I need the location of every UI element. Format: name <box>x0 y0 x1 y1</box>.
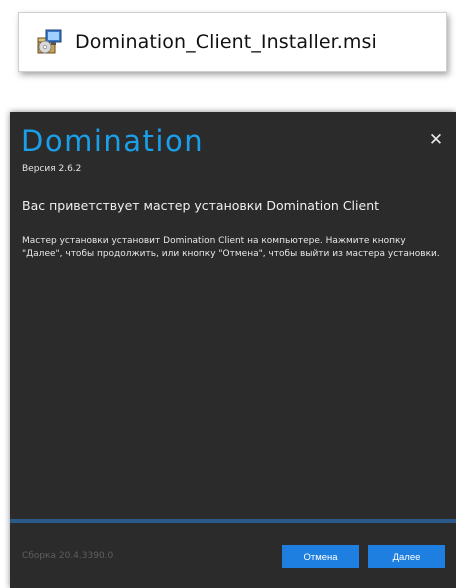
msi-file-item[interactable]: Domination_Client_Installer.msi <box>18 12 447 72</box>
msi-installer-icon <box>37 29 62 54</box>
welcome-title: Вас приветствует мастер установки Domina… <box>22 198 380 213</box>
file-name: Domination_Client_Installer.msi <box>75 31 377 53</box>
build-label: Сборка 20.4.3390.0 <box>22 551 114 561</box>
version-label: Версия 2.6.2 <box>22 164 82 174</box>
close-icon[interactable]: ✕ <box>426 130 446 150</box>
next-button[interactable]: Далее <box>368 545 445 568</box>
welcome-text: Мастер установки установит Domination Cl… <box>22 236 440 259</box>
footer-divider <box>10 519 456 523</box>
cancel-button[interactable]: Отмена <box>282 545 359 568</box>
brand-logo: Domination <box>21 124 205 158</box>
installer-window: Domination Версия 2.6.2 ✕ Вас приветству… <box>10 112 456 588</box>
